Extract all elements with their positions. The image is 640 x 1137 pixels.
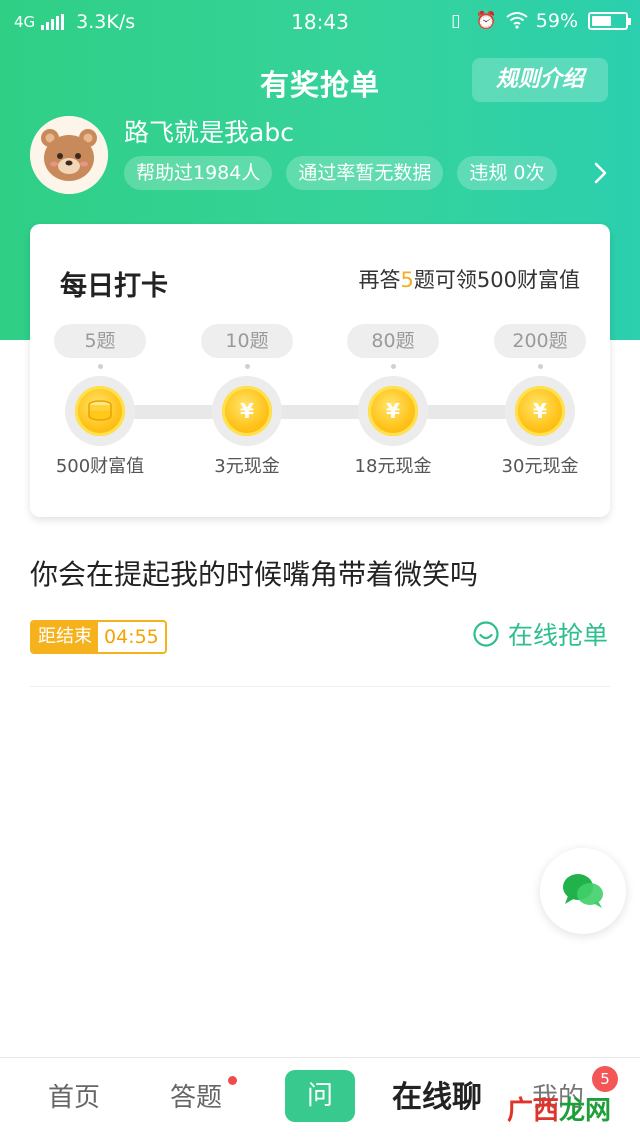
yuan-coin-icon: ¥ bbox=[222, 386, 272, 436]
milestone-reward: 18元现金 bbox=[354, 456, 432, 477]
yuan-coin-icon: ¥ bbox=[368, 386, 418, 436]
username: 路飞就是我abc bbox=[124, 118, 294, 147]
milestone-target: 200题 bbox=[494, 324, 586, 358]
milestone-reward: 30元现金 bbox=[501, 456, 579, 477]
bubble-pointer bbox=[97, 364, 103, 369]
question-text[interactable]: 你会在提起我的时候嘴角带着微笑吗 bbox=[30, 553, 478, 593]
tab-online-chat[interactable]: 在线聊 bbox=[392, 1058, 482, 1137]
hint-prefix: 再答 bbox=[358, 268, 401, 292]
tab-ask[interactable]: 问 bbox=[285, 1070, 355, 1122]
milestone-3[interactable]: 80题 ¥ 18元现金 bbox=[333, 324, 453, 478]
coin-holder: ¥ bbox=[358, 376, 428, 446]
status-bar: 4G 3.3K/s 18:43 ▯ ⏰ 59% bbox=[0, 0, 640, 44]
mine-badge: 5 bbox=[592, 1066, 618, 1092]
grab-order-label: 在线抢单 bbox=[507, 621, 608, 650]
coin-holder bbox=[65, 376, 135, 446]
milestone-reward: 3元现金 bbox=[214, 456, 280, 477]
bear-avatar-icon bbox=[30, 116, 108, 194]
battery-percent: 59% bbox=[535, 10, 578, 32]
coin-stack-icon bbox=[75, 386, 125, 436]
app-root: 4G 3.3K/s 18:43 ▯ ⏰ 59% 有奖抢单 规则介绍 路飞就是我a… bbox=[0, 0, 640, 1137]
milestone-target: 5题 bbox=[54, 324, 146, 358]
milestone-4[interactable]: 200题 ¥ 30元现金 bbox=[480, 324, 600, 478]
battery-icon bbox=[588, 12, 631, 30]
chevron-right-icon[interactable] bbox=[590, 160, 610, 186]
milestone-1[interactable]: 5题 500财富值 bbox=[40, 324, 160, 478]
milestone-target: 10题 bbox=[201, 324, 293, 358]
milestone-reward: 500财富值 bbox=[55, 456, 145, 477]
watermark-part1: 广西 bbox=[507, 1096, 560, 1126]
countdown-badge: 距结束 04:55 bbox=[30, 620, 167, 654]
avatar[interactable] bbox=[30, 116, 108, 194]
progress-track bbox=[100, 405, 540, 419]
tab-home[interactable]: 首页 bbox=[48, 1058, 100, 1137]
status-right: ▯ ⏰ 59% bbox=[446, 10, 631, 32]
yuan-coin-icon: ¥ bbox=[515, 386, 565, 436]
milestone-2[interactable]: 10题 ¥ 3元现金 bbox=[187, 324, 307, 478]
rules-button[interactable]: 规则介绍 bbox=[472, 58, 608, 102]
bubble-pointer bbox=[537, 364, 543, 369]
vibrate-icon: ▯ bbox=[451, 11, 461, 31]
watermark-part2: 龙网 bbox=[559, 1096, 612, 1126]
bubble-pointer bbox=[390, 364, 396, 369]
watermark: 广西龙网 bbox=[507, 1090, 611, 1127]
answer-notification-dot bbox=[228, 1076, 237, 1085]
wifi-icon bbox=[506, 11, 528, 31]
tab-answer[interactable]: 答题 bbox=[170, 1058, 222, 1137]
battery-fill bbox=[592, 16, 611, 26]
hint-suffix: 题可领500财富值 bbox=[413, 268, 580, 292]
bubble-pointer bbox=[244, 364, 250, 369]
hint-count: 5 bbox=[400, 268, 414, 292]
grab-order-button[interactable]: 在线抢单 bbox=[472, 616, 608, 652]
floating-chat-button[interactable] bbox=[540, 848, 626, 934]
checkin-hint: 再答5题可领500财富值 bbox=[359, 264, 580, 294]
alarm-icon: ⏰ bbox=[475, 11, 497, 31]
coin-holder: ¥ bbox=[505, 376, 575, 446]
coin-holder: ¥ bbox=[212, 376, 282, 446]
violation-chip: 违规 0次 bbox=[457, 156, 557, 190]
list-divider bbox=[30, 686, 610, 687]
daily-checkin-card: 每日打卡 再答5题可领500财富值 5题 500财富值 10题 ¥ 3元现金 8… bbox=[30, 224, 610, 517]
pass-rate-chip: 通过率暂无数据 bbox=[286, 156, 444, 190]
countdown-value: 04:55 bbox=[98, 622, 165, 652]
smile-check-icon bbox=[473, 621, 499, 647]
checkin-title: 每日打卡 bbox=[60, 271, 168, 302]
milestone-target: 80题 bbox=[347, 324, 439, 358]
helped-count-chip: 帮助过1984人 bbox=[124, 156, 273, 190]
profile-stats: 帮助过1984人 通过率暂无数据 违规 0次 bbox=[124, 156, 557, 190]
chat-bubbles-icon bbox=[563, 874, 603, 908]
countdown-label: 距结束 bbox=[32, 622, 98, 652]
